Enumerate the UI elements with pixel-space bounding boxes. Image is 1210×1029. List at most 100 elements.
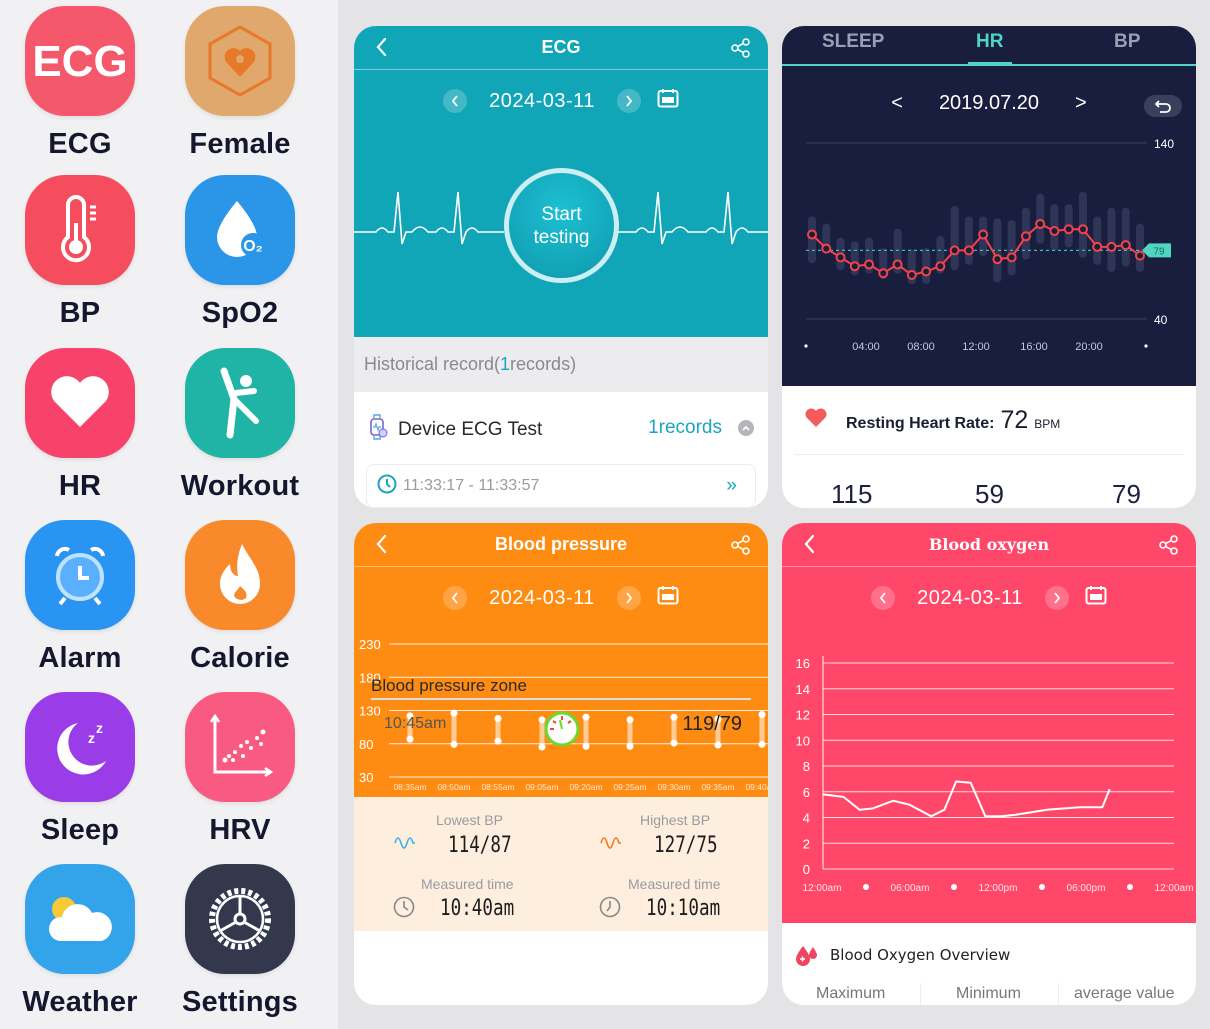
x-tick-label: 09:20am (569, 782, 602, 792)
divider (1058, 983, 1059, 1005)
thermometer-icon[interactable] (25, 175, 135, 285)
alarm-clock-icon[interactable] (25, 520, 135, 630)
hr-point (921, 266, 932, 277)
gear-icon[interactable] (185, 864, 295, 974)
app-hrv[interactable]: HRV (165, 692, 315, 862)
diastolic-point (494, 737, 502, 745)
back-icon[interactable] (374, 36, 388, 63)
x-tick-label: 09:35am (701, 782, 734, 792)
diastolic-point (714, 741, 722, 749)
app-label: HRV (209, 814, 271, 846)
prev-date-button[interactable] (871, 586, 896, 610)
female-health-icon[interactable] (185, 6, 295, 116)
cloud-sun-icon[interactable] (25, 864, 135, 974)
heart-icon (804, 408, 828, 433)
app-hr[interactable]: HR (5, 348, 155, 518)
back-icon[interactable] (802, 533, 816, 559)
app-alarm[interactable]: Alarm (5, 520, 155, 690)
date-selector: 2024-03-11 (354, 567, 768, 629)
wave-icon-blue (394, 834, 416, 857)
x-tick-dot (951, 884, 957, 890)
hr-point (1120, 240, 1131, 251)
gauge-icon (542, 709, 582, 754)
hr-chart-area: SLEEP HR BP <2019.07.20 > 140 40 79 04:00 08:… (782, 26, 1196, 386)
clock-icon (377, 474, 397, 499)
share-icon[interactable] (1158, 534, 1180, 560)
return-icon[interactable] (1144, 95, 1182, 117)
next-date-button[interactable] (616, 89, 641, 113)
y-tick-label: 14 (796, 682, 810, 697)
diastolic-point (626, 742, 634, 750)
app-bp[interactable]: BP (5, 175, 155, 345)
scatter-plot-icon[interactable] (185, 692, 295, 802)
share-icon[interactable] (730, 534, 752, 561)
moon-sleep-icon[interactable]: zz (25, 692, 135, 802)
diastolic-point (670, 739, 678, 747)
x-tick-label: 12:00am (803, 883, 842, 894)
systolic-point (450, 709, 458, 717)
app-label: ECG (48, 128, 112, 160)
record-item[interactable]: 11:33:17 - 11:33:57 » (366, 464, 756, 508)
spo2-line (822, 780, 1111, 818)
record-group-title[interactable]: Device ECG Test (368, 414, 542, 446)
app-female[interactable]: Female (165, 6, 315, 176)
oxygen-drop-icon[interactable]: O₂ (185, 175, 295, 285)
app-workout[interactable]: Workout (165, 348, 315, 518)
app-ecg[interactable]: ECG ECG (5, 6, 155, 176)
prev-date-button[interactable] (443, 89, 468, 113)
prev-date-button[interactable] (443, 586, 468, 610)
share-icon[interactable] (730, 37, 752, 64)
start-testing-button[interactable]: Start testing (504, 168, 619, 283)
tab-sleep[interactable]: SLEEP (822, 31, 884, 53)
svg-text:z: z (88, 730, 95, 746)
x-tick-label: 08:35am (393, 782, 426, 792)
divider (794, 454, 1184, 455)
x-tick-dot (1144, 344, 1148, 348)
calendar-icon[interactable] (657, 88, 679, 114)
next-date-button[interactable] (1044, 586, 1069, 610)
x-tick-dot (863, 884, 869, 890)
bp-zone-title: Blood pressure zone (371, 676, 527, 695)
person-running-icon[interactable] (185, 348, 295, 458)
collapse-icon[interactable] (738, 420, 754, 436)
ecg-title-bar: ECG (354, 26, 768, 70)
heart-icon[interactable] (25, 348, 135, 458)
back-icon[interactable] (374, 533, 388, 560)
next-date-button[interactable]: > (1075, 92, 1087, 114)
record-time-range: 11:33:17 - 11:33:57 (403, 477, 540, 494)
x-tick-dot (1127, 884, 1133, 890)
x-tick-label: 08:55am (481, 782, 514, 792)
double-chevron-right-icon[interactable]: » (726, 475, 737, 497)
app-label: Workout (180, 470, 300, 502)
ecg-text-icon[interactable]: ECG (25, 6, 135, 116)
systolic-point (670, 713, 678, 721)
metric-tabs: SLEEP HR BP (782, 26, 1196, 66)
date-selector: 2024-03-11 (354, 70, 768, 132)
app-label: BP (59, 297, 101, 329)
history-suffix: records) (510, 354, 577, 374)
app-sleep[interactable]: z z Sleep (5, 692, 155, 862)
hr-point (821, 243, 832, 254)
tab-hr[interactable]: HR (976, 31, 1003, 53)
bp-zone-time: 10:45am (384, 715, 447, 732)
highest-measured-time: 10:10am (646, 896, 721, 921)
tab-bp[interactable]: BP (1114, 31, 1140, 53)
y-tick-label: 230 (359, 637, 381, 652)
watch-device-icon (368, 414, 388, 446)
current-date: 2019.07.20 (938, 92, 1040, 114)
app-spo2[interactable]: O₂ SpO2 (165, 175, 315, 345)
hr-point (1092, 241, 1103, 252)
prev-date-button[interactable]: < (891, 92, 903, 114)
systolic-point (494, 714, 502, 722)
app-calorie[interactable]: Calorie (165, 520, 315, 690)
calendar-icon[interactable] (1085, 585, 1107, 611)
hr-point (1135, 250, 1145, 261)
flame-icon[interactable] (185, 520, 295, 630)
calendar-icon[interactable] (657, 585, 679, 611)
app-weather[interactable]: Weather (5, 864, 155, 1029)
y-tick-label: 10 (796, 733, 810, 748)
hr-point (992, 254, 1003, 265)
next-date-button[interactable] (616, 586, 641, 610)
app-settings[interactable]: Settings (165, 864, 315, 1029)
resting-hr-label: Resting Heart Rate: (846, 415, 995, 432)
